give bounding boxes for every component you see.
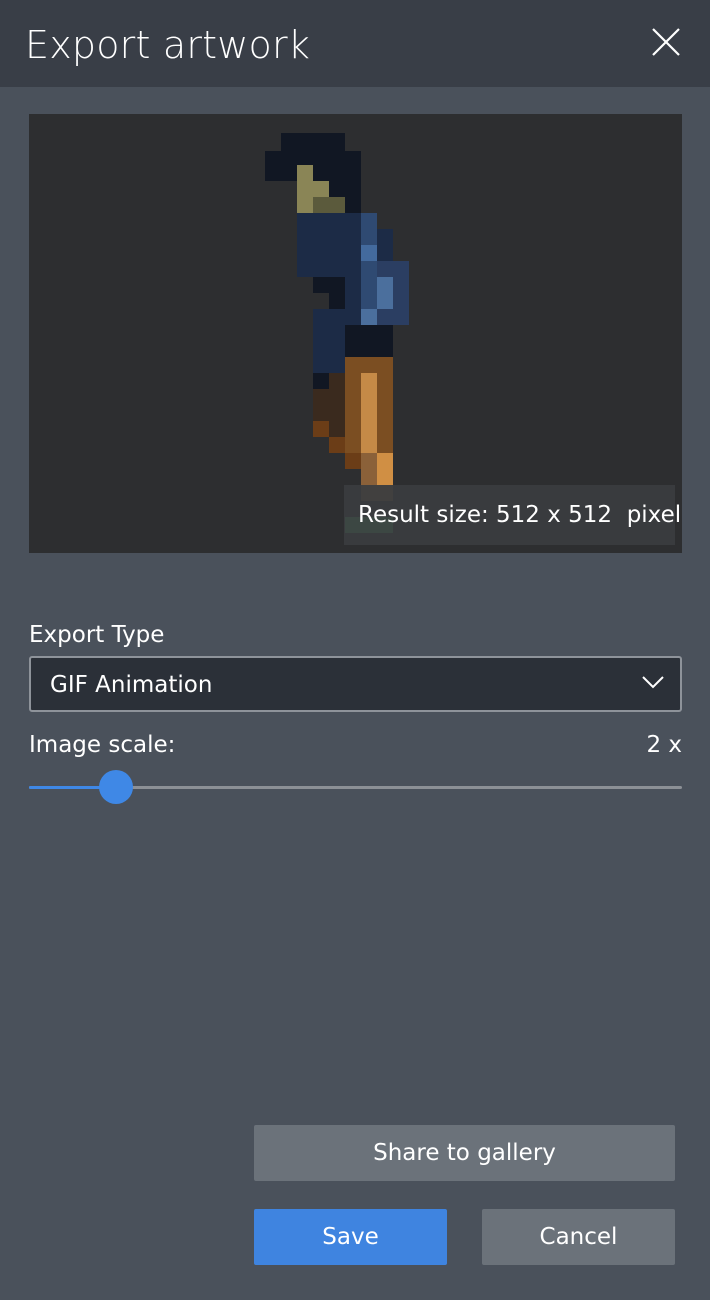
- close-icon: [652, 28, 680, 56]
- image-scale-slider[interactable]: [29, 770, 682, 806]
- dialog-header: Export artwork: [0, 0, 710, 87]
- chevron-down-icon: [642, 676, 664, 689]
- save-button[interactable]: Save: [254, 1209, 447, 1265]
- export-type-selected-value: GIF Animation: [50, 672, 213, 698]
- slider-thumb[interactable]: [99, 770, 133, 804]
- artwork-preview: Result size: 512 x 512 pixels: [29, 114, 682, 553]
- export-artwork-dialog: Export artwork Result size: 512 x 512 pi…: [0, 0, 710, 1300]
- close-button[interactable]: [640, 16, 692, 68]
- dialog-title: Export artwork: [25, 23, 311, 67]
- cancel-button[interactable]: Cancel: [482, 1209, 675, 1265]
- image-scale-value: 2 x: [646, 732, 682, 758]
- share-to-gallery-button[interactable]: Share to gallery: [254, 1125, 675, 1181]
- export-type-label: Export Type: [29, 622, 165, 648]
- export-type-dropdown[interactable]: GIF Animation: [29, 656, 682, 712]
- image-scale-label: Image scale:: [29, 732, 176, 758]
- result-size-label: Result size: 512 x 512 pixels: [344, 485, 682, 545]
